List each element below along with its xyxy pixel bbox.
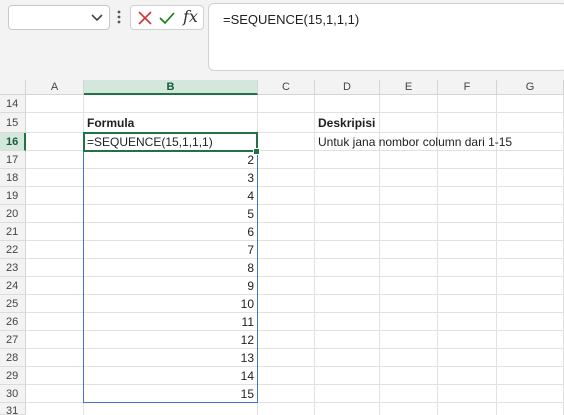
row-header-28[interactable]: 28 <box>0 349 26 367</box>
row-header-23[interactable]: 23 <box>0 259 26 277</box>
enter-check-icon[interactable] <box>159 10 175 26</box>
cell-b29[interactable]: 14 <box>84 367 258 385</box>
formula-input[interactable]: =SEQUENCE(15,1,1,1) <box>208 3 564 71</box>
cell-b28[interactable]: 13 <box>84 349 258 367</box>
formula-buttons: fx <box>130 5 204 30</box>
cell-b18[interactable]: 3 <box>84 169 258 187</box>
cell-b16-formula[interactable]: =SEQUENCE(15,1,1,1) <box>87 133 213 151</box>
cell-b26[interactable]: 11 <box>84 313 258 331</box>
cell-b25[interactable]: 10 <box>84 295 258 313</box>
cell-b30[interactable]: 15 <box>84 385 258 403</box>
column-header-d[interactable]: D <box>315 80 380 95</box>
row-header-15[interactable]: 15 <box>0 113 26 133</box>
chevron-down-icon[interactable] <box>91 13 103 23</box>
cell-b23[interactable]: 8 <box>84 259 258 277</box>
row-header-26[interactable]: 26 <box>0 313 26 331</box>
column-header-c[interactable]: C <box>258 80 315 95</box>
column-header-b[interactable]: B <box>84 80 258 95</box>
cell-d16-description[interactable]: Untuk jana nombor column dari 1-15 <box>318 133 512 151</box>
column-header-e[interactable]: E <box>380 80 438 95</box>
column-header-g[interactable]: G <box>497 80 564 95</box>
name-box[interactable] <box>8 5 110 30</box>
cell-b17[interactable]: 2 <box>84 151 258 169</box>
column-header-f[interactable]: F <box>438 80 497 95</box>
row-header-21[interactable]: 21 <box>0 223 26 241</box>
row-header-20[interactable]: 20 <box>0 205 26 223</box>
row-header-27[interactable]: 27 <box>0 331 26 349</box>
cell-b20[interactable]: 5 <box>84 205 258 223</box>
row-header-24[interactable]: 24 <box>0 277 26 295</box>
cell-b19[interactable]: 4 <box>84 187 258 205</box>
row-header-31[interactable]: 31 <box>0 403 26 415</box>
row-header-16[interactable]: 16 <box>0 133 26 151</box>
cell-b21[interactable]: 6 <box>84 223 258 241</box>
column-header-a[interactable]: A <box>26 80 84 95</box>
row-header-29[interactable]: 29 <box>0 367 26 385</box>
insert-function-button[interactable]: fx <box>183 7 198 26</box>
cancel-x-icon[interactable] <box>137 10 153 26</box>
row-header-18[interactable]: 18 <box>0 169 26 187</box>
cell-b22[interactable]: 7 <box>84 241 258 259</box>
row-header-30[interactable]: 30 <box>0 385 26 403</box>
row-header-22[interactable]: 22 <box>0 241 26 259</box>
cell-b27[interactable]: 12 <box>84 331 258 349</box>
select-all-corner[interactable] <box>0 80 26 95</box>
formula-text: =SEQUENCE(15,1,1,1) <box>223 12 360 27</box>
cell-d15-description-header[interactable]: Deskripisi <box>318 114 375 132</box>
row-header-25[interactable]: 25 <box>0 295 26 313</box>
row-header-19[interactable]: 19 <box>0 187 26 205</box>
row-header-14[interactable]: 14 <box>0 95 26 113</box>
cell-b24[interactable]: 9 <box>84 277 258 295</box>
more-options-icon[interactable] <box>116 9 122 25</box>
row-header-17[interactable]: 17 <box>0 151 26 169</box>
formula-bar-area: fx =SEQUENCE(15,1,1,1) <box>0 0 564 80</box>
cell-b15-formula-header[interactable]: Formula <box>87 114 134 132</box>
